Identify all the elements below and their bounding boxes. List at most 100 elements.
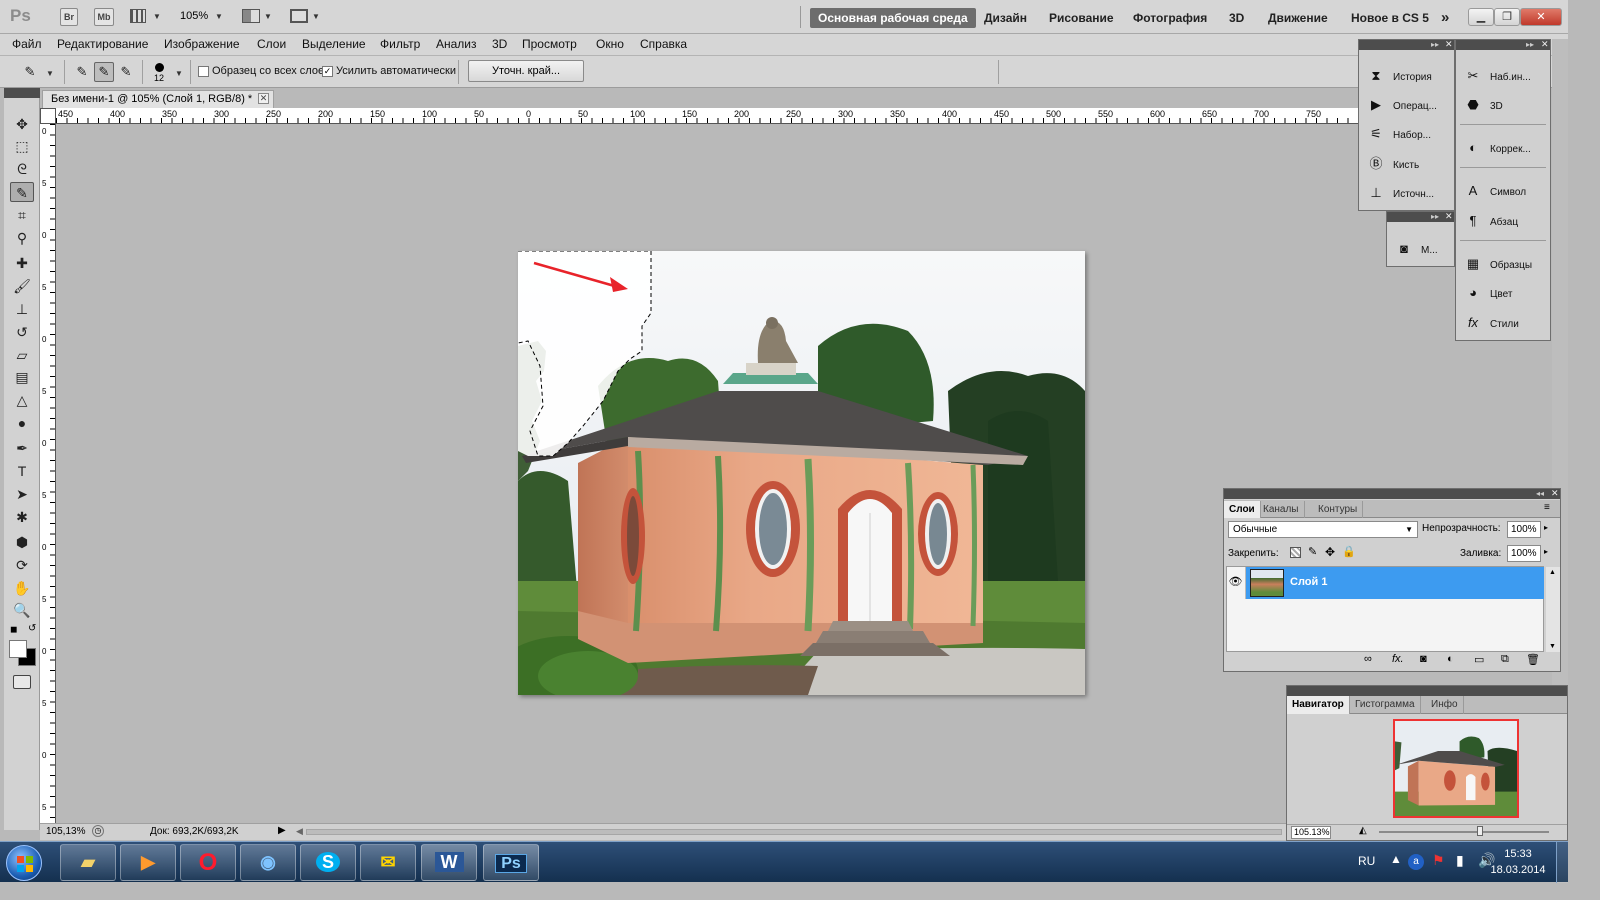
close-button[interactable]: ✕ — [1520, 8, 1562, 26]
horizontal-scrollbar[interactable] — [306, 829, 1282, 835]
quick-selection-tool-icon[interactable]: ✎ — [10, 182, 34, 202]
collapse-icon[interactable]: ▸▸ — [1431, 40, 1439, 49]
close-panel-icon[interactable]: ✕ — [1541, 39, 1549, 50]
default-colors-icon[interactable]: ◼ — [10, 624, 17, 635]
menu-edit[interactable]: Редактирование — [57, 37, 148, 51]
new-layer-icon[interactable]: ⧉ — [1501, 653, 1509, 666]
taskbar-word[interactable]: W — [421, 844, 477, 881]
close-panel-icon[interactable]: ✕ — [1445, 211, 1453, 222]
zoom-tool-icon[interactable]: 🔍 — [10, 600, 34, 620]
screen-mode-icon[interactable] — [290, 9, 308, 23]
minimize-button[interactable]: ▁ — [1468, 8, 1494, 26]
gradient-tool-icon[interactable]: ▤ — [10, 367, 34, 387]
tab-histogram[interactable]: Гистограмма — [1350, 696, 1421, 714]
foreground-color-swatch[interactable] — [9, 640, 27, 658]
taskbar-photoshop[interactable]: Ps — [483, 844, 539, 881]
workspace-new-in-cs5[interactable]: Новое в CS 5 — [1343, 8, 1437, 28]
dodge-tool-icon[interactable]: ● — [10, 413, 34, 433]
mini-bridge-button[interactable]: Mb — [94, 8, 114, 26]
marquee-tool-icon[interactable]: ⬚ — [10, 136, 34, 156]
lock-position-icon[interactable]: ✥ — [1325, 545, 1335, 559]
panel-tool-presets[interactable]: ✂ Наб.ин... — [1464, 65, 1531, 87]
close-document-icon[interactable]: ✕ — [258, 93, 269, 104]
fill-input[interactable]: 100% — [1507, 545, 1541, 562]
history-brush-tool-icon[interactable]: ↺ — [10, 322, 34, 342]
adjustment-layer-icon[interactable]: ◐ — [1447, 653, 1454, 665]
panel-styles[interactable]: fx Стили — [1464, 312, 1519, 334]
workspace-essentials[interactable]: Основная рабочая среда — [810, 8, 976, 28]
opacity-input[interactable]: 100% — [1507, 521, 1541, 538]
shape-tool-icon[interactable]: ✱ — [10, 507, 34, 527]
panel-menu-icon[interactable]: ≡ — [1544, 502, 1550, 513]
new-group-icon[interactable]: ▭ — [1474, 653, 1484, 666]
panel-brush-presets[interactable]: ⚟ Набор... — [1367, 123, 1431, 145]
tab-channels[interactable]: Каналы — [1258, 501, 1305, 518]
new-selection-icon[interactable]: ✎ — [72, 62, 92, 82]
workspace-photography[interactable]: Фотография — [1125, 8, 1215, 28]
visibility-eye-icon[interactable]: 👁 — [1226, 567, 1246, 599]
menu-select[interactable]: Выделение — [302, 37, 366, 51]
chevron-down-icon[interactable]: ▼ — [153, 12, 161, 21]
3d-orbit-tool-icon[interactable]: ⟳ — [10, 555, 34, 575]
chevron-down-icon[interactable]: ▼ — [46, 69, 54, 78]
toolbox-header[interactable] — [4, 88, 40, 98]
network-icon[interactable]: ▮ — [1456, 852, 1464, 869]
workspace-3d[interactable]: 3D — [1221, 8, 1252, 28]
menu-image[interactable]: Изображение — [164, 37, 240, 51]
status-menu-arrow-icon[interactable]: ▶ — [278, 825, 286, 836]
pen-tool-icon[interactable]: ✒ — [10, 438, 34, 458]
move-tool-icon[interactable]: ✥ — [10, 114, 34, 134]
status-zoom[interactable]: 105,13% — [46, 826, 85, 837]
fill-slider-arrow-icon[interactable]: ▸ — [1544, 547, 1548, 556]
subtract-from-selection-icon[interactable]: ✎ — [116, 62, 136, 82]
zoom-level[interactable]: 105% — [180, 10, 208, 22]
document-canvas[interactable] — [518, 251, 1085, 695]
taskbar-media-player[interactable]: ▶ — [120, 844, 176, 881]
chevron-down-icon[interactable]: ▼ — [215, 12, 223, 21]
tab-info[interactable]: Инфо — [1426, 696, 1464, 714]
eraser-tool-icon[interactable]: ▱ — [10, 345, 34, 365]
layers-scrollbar[interactable]: ▲ ▼ — [1546, 567, 1560, 652]
panel-actions[interactable]: ▶ Операц... — [1367, 94, 1437, 116]
lock-all-icon[interactable]: 🔒 — [1342, 545, 1356, 558]
layer-row-selected[interactable]: Слой 1 — [1246, 567, 1544, 599]
menu-filter[interactable]: Фильтр — [380, 37, 420, 51]
delete-layer-icon[interactable]: 🗑 — [1526, 653, 1540, 666]
show-desktop-button[interactable] — [1556, 842, 1568, 883]
panel-swatches[interactable]: ▦ Образцы — [1464, 253, 1532, 275]
crop-tool-icon[interactable]: ⌗ — [10, 205, 34, 225]
document-tab[interactable]: Без имени-1 @ 105% (Слой 1, RGB/8) * — [42, 90, 274, 108]
collapse-icon[interactable]: ▸▸ — [1431, 212, 1439, 221]
menu-help[interactable]: Справка — [640, 37, 687, 51]
brush-tool-icon[interactable]: 🖌 — [10, 276, 34, 296]
bridge-button[interactable]: Br — [60, 8, 78, 26]
lock-pixels-icon[interactable]: ✎ — [1308, 545, 1317, 558]
3d-rotate-tool-icon[interactable]: ⬢ — [10, 532, 34, 552]
panel-character[interactable]: A Символ — [1464, 180, 1526, 202]
workspace-motion[interactable]: Движение — [1260, 8, 1336, 28]
menu-analysis[interactable]: Анализ — [436, 37, 477, 51]
taskbar-opera[interactable]: O — [180, 844, 236, 881]
clock-date[interactable]: 18.03.2014 — [1488, 864, 1548, 876]
tool-preset-picker-icon[interactable]: ✎ — [20, 62, 40, 82]
layer-name[interactable]: Слой 1 — [1290, 576, 1327, 588]
view-extras-icon[interactable] — [130, 9, 146, 23]
close-panel-icon[interactable]: ✕ — [1445, 39, 1453, 50]
eyedropper-tool-icon[interactable]: ⚲ — [10, 228, 34, 248]
opacity-slider-arrow-icon[interactable]: ▸ — [1544, 523, 1548, 532]
scroll-left-icon[interactable]: ◀ — [296, 826, 303, 837]
taskbar-messenger[interactable]: ✉ — [360, 844, 416, 881]
panel-paragraph[interactable]: ¶ Абзац — [1464, 210, 1519, 232]
add-mask-icon[interactable]: ◙ — [1420, 653, 1427, 665]
refine-edge-button[interactable]: Уточн. край... — [468, 60, 584, 82]
auto-enhance-checkbox[interactable]: ✓ — [322, 66, 333, 77]
workspace-design[interactable]: Дизайн — [976, 8, 1035, 28]
taskbar-chrome[interactable]: ◉ — [240, 844, 296, 881]
panel-color[interactable]: ◕ Цвет — [1464, 282, 1512, 304]
hand-tool-icon[interactable]: ✋ — [10, 578, 34, 598]
sample-all-layers-checkbox[interactable] — [198, 66, 209, 77]
menu-view[interactable]: Просмотр — [522, 37, 577, 51]
panel-brush[interactable]: Ⓑ Кисть — [1367, 153, 1419, 175]
taskbar-skype[interactable]: S — [300, 844, 356, 881]
start-button[interactable] — [6, 845, 42, 881]
